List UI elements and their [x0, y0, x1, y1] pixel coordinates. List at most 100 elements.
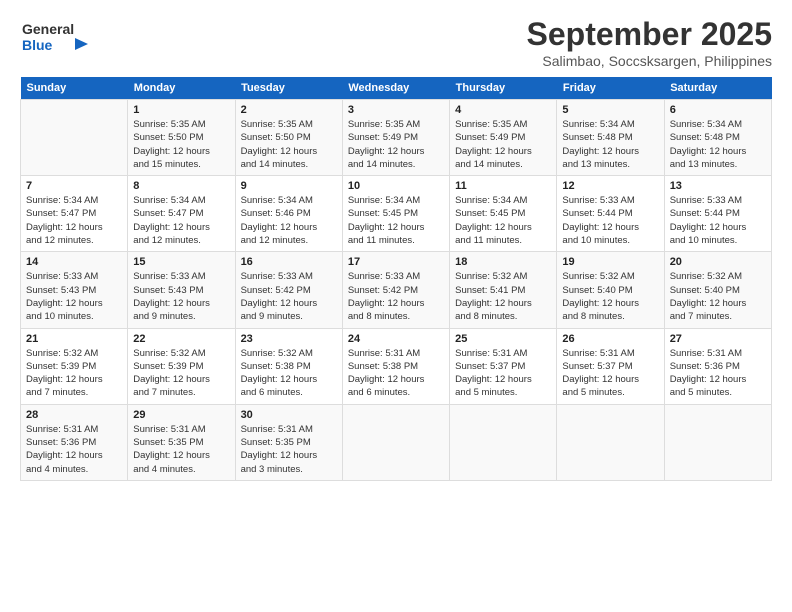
page: General Blue September 2025 Salimbao, So… [0, 0, 792, 612]
day-info: Sunrise: 5:33 AM Sunset: 5:44 PM Dayligh… [562, 194, 658, 247]
day-number: 16 [241, 256, 337, 268]
calendar-cell: 8 Sunrise: 5:34 AM Sunset: 5:47 PM Daylig… [128, 176, 235, 252]
calendar-cell: 17 Sunrise: 5:33 AM Sunset: 5:42 PM Dayli… [342, 252, 449, 328]
day-info: Sunrise: 5:35 AM Sunset: 5:50 PM Dayligh… [133, 118, 229, 171]
page-subtitle: Salimbao, Soccsksargen, Philippines [527, 53, 772, 69]
calendar-cell: 20Sunrise: 5:32 AM Sunset: 5:40 PM Dayli… [664, 252, 771, 328]
day-info: Sunrise: 5:33 AM Sunset: 5:42 PM Dayligh… [241, 270, 337, 323]
day-info: Sunrise: 5:31 AM Sunset: 5:37 PM Dayligh… [562, 347, 658, 400]
day-number: 2 [241, 104, 337, 116]
column-header-wednesday: Wednesday [342, 77, 449, 100]
calendar-cell: 13Sunrise: 5:33 AM Sunset: 5:44 PM Dayli… [664, 176, 771, 252]
day-number: 28 [26, 409, 122, 421]
day-info: Sunrise: 5:32 AM Sunset: 5:38 PM Dayligh… [241, 347, 337, 400]
day-info: Sunrise: 5:31 AM Sunset: 5:35 PM Dayligh… [133, 423, 229, 476]
calendar-cell: 4Sunrise: 5:35 AM Sunset: 5:49 PM Daylig… [450, 100, 557, 176]
calendar-cell: 26Sunrise: 5:31 AM Sunset: 5:37 PM Dayli… [557, 328, 664, 404]
calendar-cell [664, 404, 771, 480]
svg-text:Blue: Blue [22, 37, 53, 53]
day-number: 30 [241, 409, 337, 421]
calendar-cell: 3 Sunrise: 5:35 AM Sunset: 5:49 PM Daylig… [342, 100, 449, 176]
calendar-cell: 9 Sunrise: 5:34 AM Sunset: 5:46 PM Daylig… [235, 176, 342, 252]
calendar-cell [21, 100, 128, 176]
calendar-cell: 30 Sunrise: 5:31 AM Sunset: 5:35 PM Dayli… [235, 404, 342, 480]
calendar-cell: 21Sunrise: 5:32 AM Sunset: 5:39 PM Dayli… [21, 328, 128, 404]
day-number: 22 [133, 333, 229, 345]
calendar-cell: 5 Sunrise: 5:34 AM Sunset: 5:48 PM Daylig… [557, 100, 664, 176]
day-info: Sunrise: 5:33 AM Sunset: 5:43 PM Dayligh… [133, 270, 229, 323]
day-number: 21 [26, 333, 122, 345]
day-info: Sunrise: 5:31 AM Sunset: 5:36 PM Dayligh… [26, 423, 122, 476]
calendar-cell: 25Sunrise: 5:31 AM Sunset: 5:37 PM Dayli… [450, 328, 557, 404]
day-number: 3 [348, 104, 444, 116]
day-info: Sunrise: 5:35 AM Sunset: 5:50 PM Dayligh… [241, 118, 337, 171]
calendar-cell: 15 Sunrise: 5:33 AM Sunset: 5:43 PM Dayli… [128, 252, 235, 328]
column-header-monday: Monday [128, 77, 235, 100]
day-info: Sunrise: 5:31 AM Sunset: 5:36 PM Dayligh… [670, 347, 766, 400]
day-info: Sunrise: 5:32 AM Sunset: 5:39 PM Dayligh… [133, 347, 229, 400]
calendar-cell: 7 Sunrise: 5:34 AM Sunset: 5:47 PM Daylig… [21, 176, 128, 252]
day-number: 9 [241, 180, 337, 192]
calendar-cell: 1 Sunrise: 5:35 AM Sunset: 5:50 PM Daylig… [128, 100, 235, 176]
header: General Blue September 2025 Salimbao, So… [20, 16, 772, 69]
title-block: September 2025 Salimbao, Soccsksargen, P… [527, 16, 772, 69]
column-header-thursday: Thursday [450, 77, 557, 100]
calendar-cell: 28 Sunrise: 5:31 AM Sunset: 5:36 PM Dayli… [21, 404, 128, 480]
day-number: 12 [562, 180, 658, 192]
calendar-week-row: 7 Sunrise: 5:34 AM Sunset: 5:47 PM Daylig… [21, 176, 772, 252]
day-info: Sunrise: 5:34 AM Sunset: 5:47 PM Dayligh… [26, 194, 122, 247]
day-number: 8 [133, 180, 229, 192]
day-number: 17 [348, 256, 444, 268]
day-info: Sunrise: 5:35 AM Sunset: 5:49 PM Dayligh… [348, 118, 444, 171]
day-number: 23 [241, 333, 337, 345]
column-header-friday: Friday [557, 77, 664, 100]
logo: General Blue [20, 16, 100, 56]
day-info: Sunrise: 5:32 AM Sunset: 5:40 PM Dayligh… [670, 270, 766, 323]
day-info: Sunrise: 5:34 AM Sunset: 5:48 PM Dayligh… [562, 118, 658, 171]
calendar-cell: 12 Sunrise: 5:33 AM Sunset: 5:44 PM Dayli… [557, 176, 664, 252]
day-info: Sunrise: 5:31 AM Sunset: 5:38 PM Dayligh… [348, 347, 444, 400]
calendar-cell: 16 Sunrise: 5:33 AM Sunset: 5:42 PM Dayli… [235, 252, 342, 328]
column-header-saturday: Saturday [664, 77, 771, 100]
calendar-cell: 2 Sunrise: 5:35 AM Sunset: 5:50 PM Daylig… [235, 100, 342, 176]
day-number: 10 [348, 180, 444, 192]
logo-svg: General Blue [20, 16, 100, 56]
day-info: Sunrise: 5:32 AM Sunset: 5:41 PM Dayligh… [455, 270, 551, 323]
calendar-cell: 22 Sunrise: 5:32 AM Sunset: 5:39 PM Dayli… [128, 328, 235, 404]
day-number: 24 [348, 333, 444, 345]
calendar-cell [342, 404, 449, 480]
calendar-table: SundayMondayTuesdayWednesdayThursdayFrid… [20, 77, 772, 481]
day-number: 11 [455, 180, 551, 192]
day-info: Sunrise: 5:33 AM Sunset: 5:43 PM Dayligh… [26, 270, 122, 323]
calendar-cell [450, 404, 557, 480]
day-number: 15 [133, 256, 229, 268]
day-number: 1 [133, 104, 229, 116]
calendar-cell: 23 Sunrise: 5:32 AM Sunset: 5:38 PM Dayli… [235, 328, 342, 404]
calendar-week-row: 14Sunrise: 5:33 AM Sunset: 5:43 PM Dayli… [21, 252, 772, 328]
day-info: Sunrise: 5:32 AM Sunset: 5:40 PM Dayligh… [562, 270, 658, 323]
page-title: September 2025 [527, 16, 772, 53]
day-number: 13 [670, 180, 766, 192]
column-header-tuesday: Tuesday [235, 77, 342, 100]
day-number: 6 [670, 104, 766, 116]
day-info: Sunrise: 5:35 AM Sunset: 5:49 PM Dayligh… [455, 118, 551, 171]
calendar-cell: 10 Sunrise: 5:34 AM Sunset: 5:45 PM Dayli… [342, 176, 449, 252]
day-number: 25 [455, 333, 551, 345]
calendar-cell: 24 Sunrise: 5:31 AM Sunset: 5:38 PM Dayli… [342, 328, 449, 404]
day-number: 27 [670, 333, 766, 345]
calendar-cell: 6Sunrise: 5:34 AM Sunset: 5:48 PM Daylig… [664, 100, 771, 176]
svg-text:General: General [22, 21, 74, 37]
calendar-cell: 18Sunrise: 5:32 AM Sunset: 5:41 PM Dayli… [450, 252, 557, 328]
day-info: Sunrise: 5:33 AM Sunset: 5:42 PM Dayligh… [348, 270, 444, 323]
calendar-cell: 29Sunrise: 5:31 AM Sunset: 5:35 PM Dayli… [128, 404, 235, 480]
calendar-cell: 19Sunrise: 5:32 AM Sunset: 5:40 PM Dayli… [557, 252, 664, 328]
day-info: Sunrise: 5:34 AM Sunset: 5:47 PM Dayligh… [133, 194, 229, 247]
day-info: Sunrise: 5:34 AM Sunset: 5:46 PM Dayligh… [241, 194, 337, 247]
column-header-sunday: Sunday [21, 77, 128, 100]
day-number: 5 [562, 104, 658, 116]
calendar-week-row: 28 Sunrise: 5:31 AM Sunset: 5:36 PM Dayli… [21, 404, 772, 480]
day-number: 7 [26, 180, 122, 192]
day-info: Sunrise: 5:31 AM Sunset: 5:35 PM Dayligh… [241, 423, 337, 476]
calendar-week-row: 21 Sunrise: 5:32 AM Sunset: 5:39 PM Dayli… [21, 328, 772, 404]
day-info: Sunrise: 5:34 AM Sunset: 5:45 PM Dayligh… [348, 194, 444, 247]
